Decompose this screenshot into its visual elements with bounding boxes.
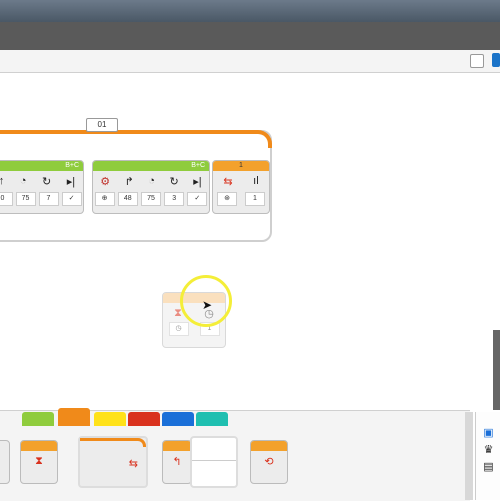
param-steering[interactable]: 0 [0, 192, 13, 206]
rotations-icon: ↻ [42, 176, 52, 188]
hardware-panel: ▣ ♛ ▤ [475, 412, 500, 500]
mode-selector[interactable]: ⊕ [94, 192, 115, 206]
loop-mode-selector[interactable]: ⊛ [217, 192, 237, 206]
palette-scrollbar[interactable] [465, 412, 473, 500]
wait-mode-selector[interactable]: ◷ [168, 322, 189, 336]
window-title-bar [0, 0, 500, 22]
signal-icon: ıl [253, 175, 259, 187]
loop-icon: ⇆ [223, 176, 233, 188]
param-power[interactable]: 75 [140, 192, 161, 206]
param-icons: ↑ ◔ ↻ ▸| [0, 171, 83, 188]
brake-icon: ▸| [66, 176, 76, 188]
palette-tab-my-blocks[interactable] [196, 412, 228, 426]
canvas-scrollbar[interactable] [493, 330, 500, 410]
steering-arrow-icon: ↱ [124, 176, 134, 188]
loop-top-border [0, 130, 272, 148]
port-view-icon[interactable]: ♛ [476, 443, 500, 456]
speedometer-icon: ◔ [19, 175, 27, 187]
loop-icon: ⇆ [128, 458, 138, 470]
loop-count-label: 1 [213, 161, 269, 171]
palette-loop-block[interactable]: ⇆ [78, 436, 148, 488]
param-rotations[interactable]: 3 [164, 192, 185, 206]
port-label: B+C [0, 161, 83, 171]
loop-name-label[interactable]: 01 [86, 118, 118, 132]
param-rotations[interactable]: 7 [38, 192, 59, 206]
move-steering-block-1[interactable]: B+C ↑ ◔ ↻ ▸| 0 75 7 ✓ [0, 160, 84, 214]
brake-icon: ▸| [193, 176, 202, 188]
palette-tab-flow-control[interactable] [58, 408, 90, 426]
palette-tab-advanced[interactable] [162, 412, 194, 426]
toolbar [0, 22, 500, 50]
palette-switch-block[interactable]: ↰ [162, 440, 192, 484]
program-tab-strip [0, 50, 500, 73]
param-steering[interactable]: 48 [117, 192, 138, 206]
panel-toggle-icon[interactable] [492, 53, 500, 67]
hourglass-icon: ⧗ [35, 455, 43, 467]
loop-count-input[interactable]: 1 [245, 192, 265, 206]
document-icon[interactable] [470, 54, 484, 68]
param-power[interactable]: 75 [15, 192, 36, 206]
palette-loop-interrupt-block[interactable]: ⟲ [250, 440, 288, 484]
arrow-up-icon: ↑ [0, 175, 5, 187]
speedometer-icon: ◔ [148, 175, 156, 187]
switch-icon: ↰ [172, 456, 182, 468]
loop-condition-block[interactable]: 1 ⇆ ıl ⊛ 1 [212, 160, 270, 214]
rotations-icon: ↻ [169, 176, 179, 188]
palette-tab-action[interactable] [22, 412, 54, 426]
palette-start-block[interactable] [0, 440, 10, 484]
palette-tab-sensor[interactable] [94, 412, 126, 426]
loop-interrupt-icon: ⟲ [264, 456, 274, 468]
param-brake[interactable]: ✓ [187, 192, 208, 206]
palette-tab-data[interactable] [128, 412, 160, 426]
brick-info-icon[interactable]: ▣ [476, 426, 500, 439]
palette-switch-frame [190, 436, 238, 488]
port-label: B+C [93, 161, 209, 171]
mouse-pointer-icon: ➤ [202, 298, 213, 312]
param-icons: ⚙ ↱ ◔ ↻ ▸| [93, 171, 209, 188]
palette-wait-block[interactable]: ⧗ [20, 440, 58, 484]
param-brake[interactable]: ✓ [61, 192, 82, 206]
move-steering-block-2[interactable]: B+C ⚙ ↱ ◔ ↻ ▸| ⊕ 48 75 3 ✓ [92, 160, 210, 214]
available-bricks-icon[interactable]: ▤ [476, 460, 500, 473]
motor-icon: ⚙ [100, 176, 111, 188]
